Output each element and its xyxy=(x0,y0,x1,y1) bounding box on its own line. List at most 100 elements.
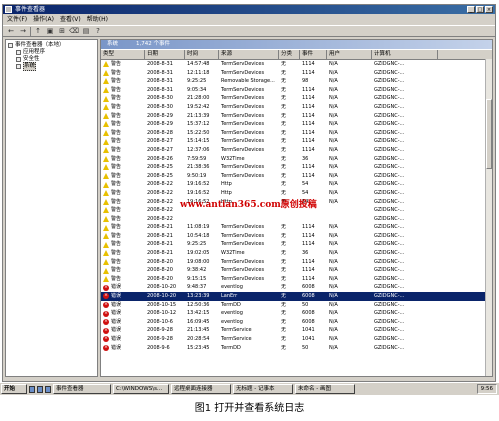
event-row[interactable]: 警告 2008-8-29 15:37:12 TermServDevices 无 1114 N… xyxy=(101,120,486,129)
vertical-scrollbar[interactable] xyxy=(485,59,492,376)
forward-icon[interactable]: → xyxy=(18,27,28,36)
event-row[interactable]: 警告 2008-8-21 19:02:05 W32Time 无 36 N/A GZIDGNC-… xyxy=(101,249,486,258)
event-row[interactable]: 警告 2008-8-31 14:57:48 TermServDevices 无 1114 N… xyxy=(101,60,486,69)
category-cell: 无 xyxy=(281,224,287,231)
time-cell xyxy=(185,215,219,224)
up-icon[interactable]: ↑ xyxy=(33,27,43,36)
event-row[interactable]: 警告 2008-8-25 9:50:19 TermServDevices 无 1114 N/… xyxy=(101,172,486,181)
show-hide-tree-icon[interactable]: ▣ xyxy=(45,27,55,36)
event-id-cell: 1041 xyxy=(302,327,315,334)
quick-launch-icon[interactable] xyxy=(29,385,35,393)
column-header-time[interactable]: 时间 xyxy=(185,50,219,59)
close-button[interactable]: × xyxy=(485,6,493,13)
task-notepad[interactable]: 无标题 - 记事本 xyxy=(233,384,293,394)
quick-launch-icon[interactable] xyxy=(45,385,51,393)
type-label: 警告 xyxy=(111,172,122,179)
event-row[interactable]: 警告 2008-8-28 15:22:50 TermServDevices 无 1114 N… xyxy=(101,129,486,138)
date-cell: 2008-8-21 xyxy=(147,224,173,231)
title-bar[interactable]: 事件查看器 _ □ × xyxy=(3,5,495,14)
user-cell: N/A xyxy=(329,336,338,342)
event-row[interactable]: × 错误 2008-9-28 20:28:54 TermService 无 1041 N/A G… xyxy=(101,335,486,344)
event-row[interactable]: 警告 2008-8-31 9:25:25 Removable Storage... 无 9… xyxy=(101,77,486,86)
event-row[interactable]: 警告 2008-8-25 21:38:36 TermServDevices 无 1114 N… xyxy=(101,163,486,172)
warning-icon xyxy=(103,104,109,111)
delete-icon[interactable]: ⌫ xyxy=(69,27,79,36)
event-row[interactable]: × 错误 2008-10-6 16:09:45 eventlog 无 6008 N/A GZID… xyxy=(101,318,486,327)
computer-cell: GZIDGNC-... xyxy=(374,224,405,231)
user-cell: N/A xyxy=(329,164,338,171)
column-header-computer[interactable]: 计算机 xyxy=(372,50,438,59)
event-row[interactable]: 警告 2008-8-20 9:15:15 TermServDevices 无 1114 N/… xyxy=(101,275,486,284)
event-row[interactable]: 警告 2008-8-20 9:38:42 TermServDevices 无 1114 N/… xyxy=(101,266,486,275)
column-header-user[interactable]: 用户 xyxy=(327,50,372,59)
category-cell: 无 xyxy=(281,284,287,291)
event-row[interactable]: 警告 2008-8-27 15:14:15 TermServDevices 无 1114 N… xyxy=(101,137,486,146)
scrollbar-thumb[interactable] xyxy=(486,99,492,169)
source-cell: LanErr xyxy=(221,293,238,300)
event-row[interactable]: 警告 2008-8-27 12:37:06 TermServDevices 无 1114 N… xyxy=(101,146,486,155)
column-header-date[interactable]: 日期 xyxy=(145,50,185,59)
event-row[interactable]: 警告 2008-8-30 21:28:00 TermServDevices 无 1114 N… xyxy=(101,94,486,103)
computer-cell: GZIDGNC-... xyxy=(374,78,405,85)
event-row[interactable]: 警告 2008-8-30 19:52:42 TermServDevices 无 1114 N… xyxy=(101,103,486,112)
warning-icon xyxy=(103,276,109,283)
task-event-viewer[interactable]: 事件查看器 xyxy=(53,384,111,394)
type-cell: 警告 xyxy=(101,249,145,258)
menu-view[interactable]: 查看(V) xyxy=(60,15,81,24)
event-row[interactable]: 警告 2008-8-31 12:11:18 TermServDevices 无 1114 N… xyxy=(101,69,486,78)
help-icon[interactable]: ? xyxy=(93,27,103,36)
column-header-category[interactable]: 分类 xyxy=(279,50,300,59)
source-cell: TermServDevices xyxy=(221,69,265,76)
type-label: 警告 xyxy=(111,224,122,231)
event-row[interactable]: 警告 2008-8-29 21:13:39 TermServDevices 无 1114 N… xyxy=(101,112,486,121)
event-row[interactable]: × 错误 2008-10-15 12:50:36 TermDD 无 50 N/A GZIDGNC… xyxy=(101,301,486,310)
minimize-button[interactable]: _ xyxy=(467,6,475,13)
export-list-icon[interactable]: ▤ xyxy=(81,27,91,36)
user-cell: N/A xyxy=(329,258,338,265)
event-row[interactable]: 警告 2008-8-21 10:54:18 TermServDevices 无 1114 N… xyxy=(101,232,486,241)
tree-item-security[interactable]: 安全性 xyxy=(8,56,95,63)
computer-cell: GZIDGNC-... xyxy=(374,293,405,300)
event-row[interactable]: × 错误 2008-10-12 13:42:15 eventlog 无 6008 N/A GZI… xyxy=(101,309,486,318)
type-label: 错误 xyxy=(111,318,122,325)
column-header-type[interactable]: 类型 xyxy=(101,50,145,59)
task-cmd[interactable]: C:\WINDOWS\s... xyxy=(113,384,169,394)
tree-root[interactable]: 事件查看器（本地） xyxy=(8,42,95,49)
event-id-cell: 6008 xyxy=(302,318,315,325)
event-row[interactable]: × 错误 2008-10-20 13:23:39 LanErr 无 6008 N/A GZIDG… xyxy=(101,292,486,301)
event-row[interactable]: 警告 2008-8-21 9:25:25 TermServDevices 无 1114 N/… xyxy=(101,240,486,249)
start-button[interactable]: 开始 xyxy=(1,384,27,394)
tree-item-application[interactable]: 应用程序 xyxy=(8,49,95,56)
user-cell: N/A xyxy=(329,241,338,248)
event-row[interactable]: 警告 2008-8-21 11:08:19 TermServDevices 无 1114 N… xyxy=(101,223,486,232)
user-cell: N/A xyxy=(329,293,338,300)
maximize-button[interactable]: □ xyxy=(476,6,484,13)
task-paint[interactable]: 未命名 - 画图 xyxy=(295,384,355,394)
error-icon: × xyxy=(103,319,109,326)
type-label: 警告 xyxy=(111,86,122,93)
source-cell: TermServDevices xyxy=(221,258,265,265)
column-header-event[interactable]: 事件 xyxy=(300,50,327,59)
tree-item-system[interactable]: 系统 xyxy=(8,62,95,71)
back-icon[interactable]: ← xyxy=(6,27,16,36)
category-cell: 无 xyxy=(281,86,287,93)
event-row[interactable]: × 错误 2008-9-28 21:13:45 TermService 无 1041 N/A G… xyxy=(101,326,486,335)
quick-launch-icon[interactable] xyxy=(37,385,43,393)
menu-action[interactable]: 操作(A) xyxy=(33,15,54,24)
event-row[interactable]: 警告 2008-8-20 19:08:00 TermServDevices 无 1114 N… xyxy=(101,258,486,267)
menu-help[interactable]: 帮助(H) xyxy=(87,15,108,24)
event-row[interactable]: 警告 2008-8-26 7:59:59 W32Time 无 36 N/A GZIDGNC-.… xyxy=(101,155,486,164)
event-row[interactable]: 警告 2008-8-22 GZIDGNC-... xyxy=(101,215,486,224)
date-cell: 2008-8-31 xyxy=(147,61,173,67)
menu-file[interactable]: 文件(F) xyxy=(7,15,27,24)
properties-icon[interactable]: ⊞ xyxy=(57,27,67,36)
event-row[interactable]: 警告 2008-8-31 9:05:34 TermServDevices 无 1114 N/… xyxy=(101,86,486,95)
column-header-source[interactable]: 来源 xyxy=(219,50,279,59)
event-id-cell: 1114 xyxy=(302,129,315,136)
event-row[interactable]: × 错误 2008-10-20 9:48:37 eventlog 无 6008 N/A GZID… xyxy=(101,283,486,292)
event-row[interactable]: 警告 2008-8-22 19:16:52 Http 无 54 N/A GZIDGNC-... xyxy=(101,180,486,189)
task-remote-desktop[interactable]: 远程桌面连接器 xyxy=(171,384,231,394)
warning-icon xyxy=(103,224,109,231)
event-row[interactable]: × 错误 2008-9-6 15:23:45 TermDD 无 50 N/A GZIDGNC-.… xyxy=(101,344,486,353)
type-cell: 警告 xyxy=(101,60,145,69)
